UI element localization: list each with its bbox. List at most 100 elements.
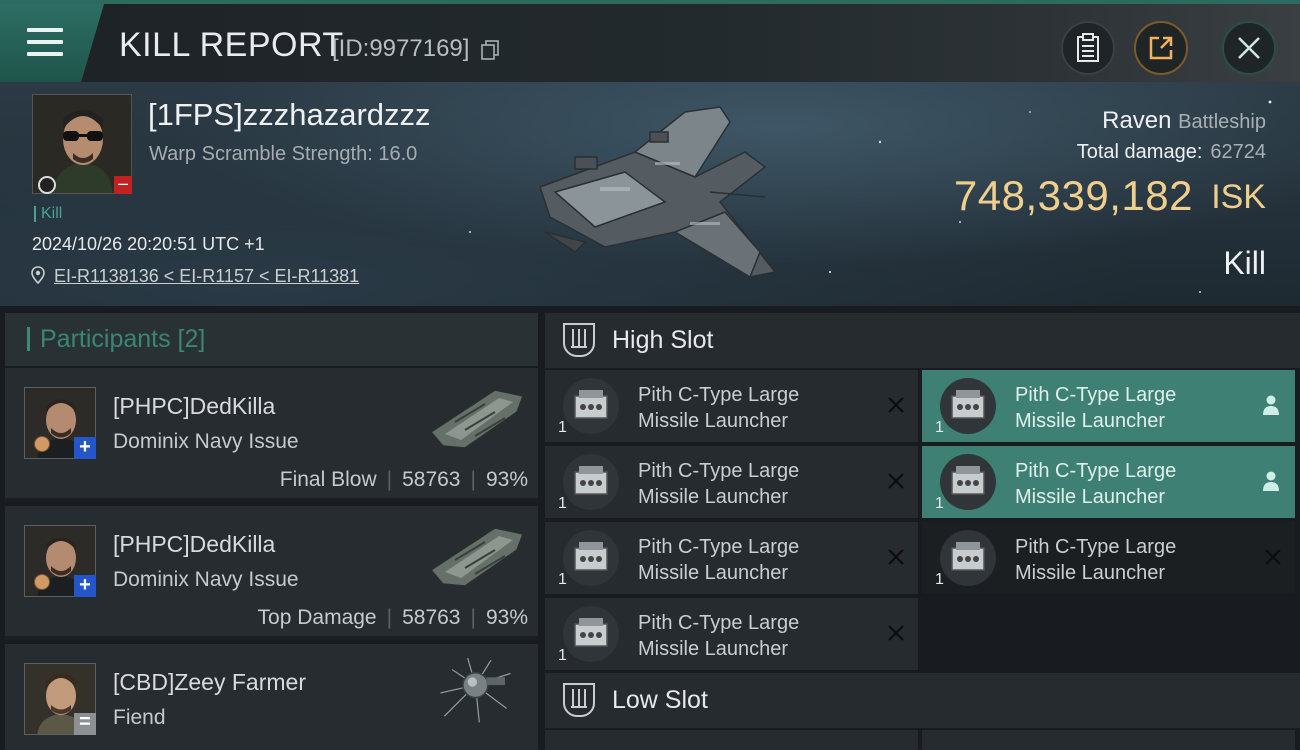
total-damage-label: Total damage: — [1076, 141, 1203, 163]
module-name-line1: Pith C-Type Large — [1015, 536, 1177, 558]
participants-panel: Participants [2] + [PHPC]DedKilla Domini… — [5, 313, 538, 750]
report-id: [ID:9977169] — [332, 35, 470, 62]
high-slot-label: High Slot — [612, 326, 714, 354]
total-damage-value: 62724 — [1210, 141, 1266, 163]
standing-negative-badge: – — [114, 174, 132, 194]
module-quantity: 1 — [558, 647, 567, 664]
module-name-line2: Missile Launcher — [638, 410, 789, 432]
module-name-line1: Pith C-Type Large — [638, 384, 800, 406]
isk-value: 748,339,182 — [953, 172, 1193, 219]
module-name: Pith C-Type Large Missile Launcher — [638, 458, 858, 510]
module-quantity: 1 — [558, 495, 567, 512]
standing-neutral-badge: = — [74, 712, 96, 735]
standing-positive-badge: + — [74, 575, 96, 597]
destroyed-x-icon — [888, 473, 904, 489]
module-name-line2: Missile Launcher — [638, 562, 789, 584]
module-name: Pith C-Type Large Missile Launcher — [1015, 382, 1235, 434]
module-slot[interactable]: 1 Pith C-Type Large Missile Launcher — [545, 446, 918, 518]
participant-name[interactable]: [CBD]Zeey Farmer — [113, 669, 306, 696]
module-slot-partial[interactable] — [922, 730, 1295, 750]
participants-title: Participants [2] — [40, 325, 206, 353]
corp-logo-icon — [34, 574, 50, 590]
participant-percent: 93% — [485, 606, 528, 629]
share-icon — [1149, 36, 1173, 60]
participant-ship-image — [429, 527, 525, 587]
destroyed-x-icon — [888, 549, 904, 565]
module-name: Pith C-Type Large Missile Launcher — [1015, 534, 1235, 586]
module-name-line1: Pith C-Type Large — [638, 460, 800, 482]
missile-launcher-icon — [563, 454, 619, 510]
participant-ship: Fiend — [113, 706, 166, 729]
victim-name[interactable]: [1FPS]zzzhazardzzz — [148, 97, 431, 133]
participant-ship: Dominix Navy Issue — [113, 430, 299, 453]
module-name: Pith C-Type Large Missile Launcher — [638, 610, 858, 662]
stat-separator: | — [386, 606, 393, 629]
module-name-line2: Missile Launcher — [1015, 562, 1166, 584]
module-slot[interactable]: 1 Pith C-Type Large Missile Launcher — [922, 446, 1295, 518]
module-name-line1: Pith C-Type Large — [638, 536, 800, 558]
module-name-line2: Missile Launcher — [1015, 410, 1166, 432]
kill-datetime: 2024/10/26 20:20:51 UTC +1 — [32, 234, 265, 254]
module-name-line1: Pith C-Type Large — [1015, 384, 1177, 406]
victim-ship-image — [539, 106, 777, 279]
stat-separator: | — [470, 606, 476, 629]
stat-separator: | — [386, 468, 393, 491]
participant-ship-image — [440, 657, 511, 723]
participant-card[interactable]: + [PHPC]DedKilla Dominix Navy Issue Top … — [5, 506, 538, 640]
module-slot[interactable]: 1 Pith C-Type Large Missile Launcher — [545, 370, 918, 442]
participant-role: Final Blow — [279, 468, 377, 491]
module-name-line2: Missile Launcher — [1015, 486, 1166, 508]
corp-logo-icon — [34, 436, 50, 452]
close-icon — [1238, 37, 1260, 59]
participant-card[interactable]: = [CBD]Zeey Farmer Fiend — [5, 644, 538, 750]
participant-ship-image — [429, 389, 525, 449]
module-slot-partial[interactable] — [545, 730, 918, 750]
kill-location-link[interactable]: EI-R1138136 < EI-R1157 < EI-R11381 — [54, 266, 359, 287]
module-name-line1: Pith C-Type Large — [638, 612, 800, 634]
low-slot-icon — [563, 683, 595, 717]
destroyed-x-icon — [888, 625, 904, 641]
clipboard-icon — [1077, 33, 1099, 62]
participant-ship: Dominix Navy Issue — [113, 568, 299, 591]
total-damage: Total damage: 62724 — [1077, 141, 1266, 164]
kill-tag: Kill — [34, 206, 62, 222]
ship-class: Battleship — [1178, 111, 1266, 133]
close-button[interactable] — [1222, 21, 1276, 75]
person-icon — [1263, 395, 1279, 415]
standing-positive-badge: + — [74, 437, 96, 459]
missile-launcher-icon — [940, 454, 996, 510]
participant-damage: 58763 — [402, 468, 461, 491]
missile-launcher-icon — [940, 530, 996, 586]
module-slot[interactable]: 1 Pith C-Type Large Missile Launcher — [545, 522, 918, 594]
module-name: Pith C-Type Large Missile Launcher — [638, 534, 858, 586]
high-slot-icon — [563, 323, 595, 357]
participant-damage: 58763 — [402, 606, 461, 629]
module-name: Pith C-Type Large Missile Launcher — [638, 382, 858, 434]
module-slot[interactable]: 1 Pith C-Type Large Missile Launcher — [922, 522, 1295, 594]
corp-logo-icon — [38, 176, 56, 194]
participants-header[interactable]: Participants [2] — [5, 313, 538, 366]
module-slot[interactable]: 1 Pith C-Type Large Missile Launcher — [545, 598, 918, 670]
participant-stats: Top Damage | 58763 | 93% — [258, 606, 528, 630]
clipboard-button[interactable] — [1061, 21, 1115, 75]
page-title: KILL REPORT — [119, 26, 344, 64]
warp-scramble-strength: Warp Scramble Strength: 16.0 — [149, 143, 418, 165]
share-button[interactable] — [1134, 21, 1188, 75]
module-name-line2: Missile Launcher — [638, 638, 789, 660]
stat-separator: | — [470, 468, 476, 491]
kill-result-label: Kill — [1223, 245, 1266, 281]
low-slot-header: Low Slot — [545, 673, 1300, 728]
header-accent-bar — [27, 327, 30, 351]
participant-name[interactable]: [PHPC]DedKilla — [113, 531, 275, 558]
participant-name[interactable]: [PHPC]DedKilla — [113, 393, 275, 420]
menu-icon[interactable] — [27, 28, 63, 58]
destroyed-x-icon — [1265, 549, 1281, 565]
module-name-line1: Pith C-Type Large — [1015, 460, 1177, 482]
participant-card[interactable]: + [PHPC]DedKilla Dominix Navy Issue Fina… — [5, 368, 538, 502]
victim-ship[interactable]: Raven Battleship — [1102, 107, 1266, 135]
copy-icon[interactable] — [481, 40, 499, 60]
person-icon — [1263, 471, 1279, 491]
module-quantity: 1 — [935, 571, 944, 588]
missile-launcher-icon — [563, 530, 619, 586]
module-slot[interactable]: 1 Pith C-Type Large Missile Launcher — [922, 370, 1295, 442]
